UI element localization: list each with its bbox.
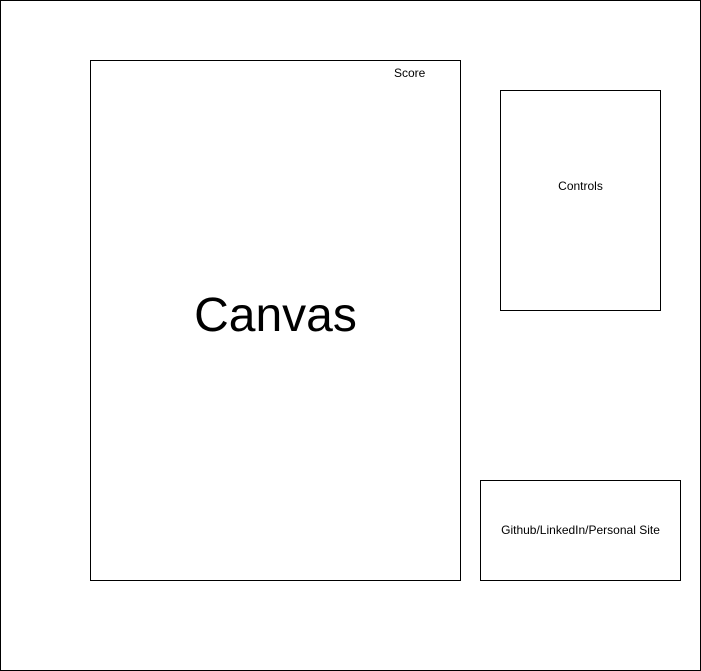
controls-label: Controls — [558, 179, 603, 193]
controls-box — [500, 90, 661, 311]
score-label: Score — [394, 66, 426, 80]
links-label: Github/LinkedIn/Personal Site — [501, 523, 660, 537]
canvas-label: Canvas — [194, 289, 357, 342]
